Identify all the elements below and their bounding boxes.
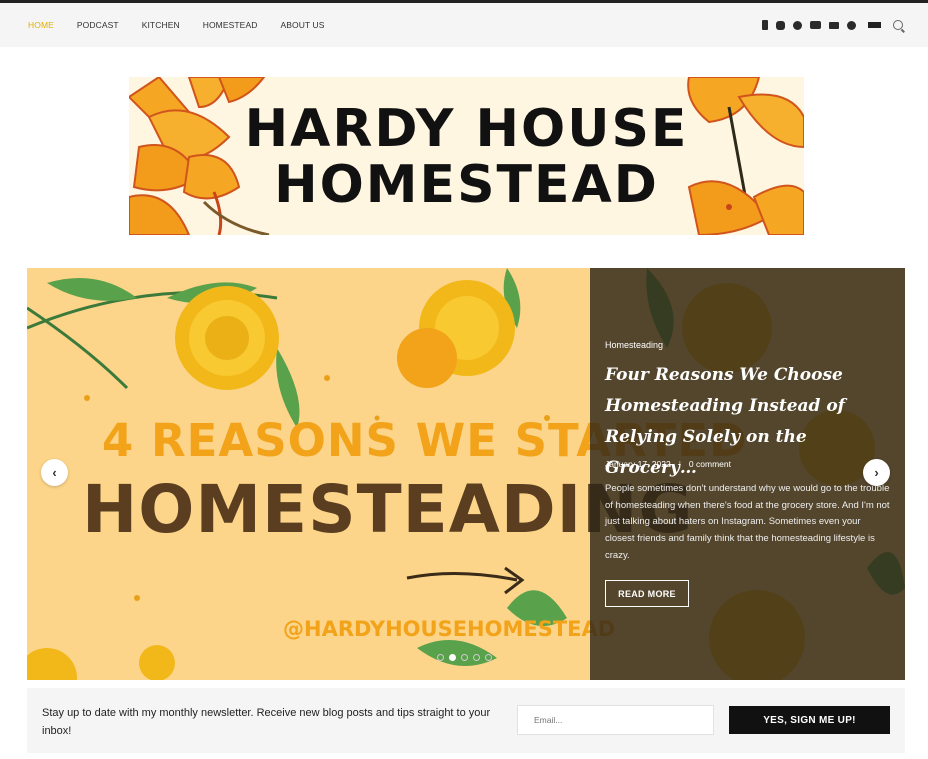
slider-next-button[interactable]: › (863, 459, 890, 486)
facebook-icon[interactable] (762, 20, 768, 30)
logo-text: HARDY HOUSE HOMESTEAD (129, 101, 804, 213)
post-excerpt: People sometimes don't understand why we… (605, 483, 890, 561)
spotify-icon[interactable] (847, 20, 856, 30)
search-icon[interactable] (893, 20, 903, 30)
slider-pagination (437, 654, 497, 661)
newsletter-signup: Stay up to date with my monthly newslett… (27, 688, 905, 753)
post-date: January 17, 2022 (605, 459, 671, 469)
slider-dot[interactable] (473, 654, 480, 661)
main-nav: HOME PODCAST KITCHEN HOMESTEAD ABOUT US (28, 3, 348, 47)
nav-kitchen[interactable]: KITCHEN (142, 20, 180, 30)
youtube-icon[interactable] (810, 21, 821, 29)
post-category[interactable]: Homesteading (605, 340, 663, 350)
sign-up-button[interactable]: YES, SIGN ME UP! (729, 706, 890, 734)
nav-homestead[interactable]: HOMESTEAD (203, 20, 258, 30)
email-icon[interactable] (829, 21, 839, 29)
slide-image-handle: @HARDYHOUSEHOMESTEAD (283, 617, 616, 641)
nav-about-us[interactable]: ABOUT US (280, 20, 324, 30)
social-links (754, 3, 903, 47)
post-comments[interactable]: 0 comment (689, 459, 731, 469)
instagram-icon[interactable] (776, 20, 785, 30)
nav-podcast[interactable]: PODCAST (77, 20, 119, 30)
logo-line-2: HOMESTEAD (274, 155, 659, 215)
site-logo-banner[interactable]: HARDY HOUSE HOMESTEAD (129, 77, 804, 235)
slider-dot[interactable] (449, 654, 456, 661)
menu-icon[interactable] (868, 21, 881, 30)
meta-separator: | (678, 459, 681, 469)
logo-line-1: HARDY HOUSE (244, 99, 689, 159)
chevron-right-icon: › (874, 465, 879, 480)
chevron-left-icon: ‹ (52, 465, 57, 480)
featured-slider: 4 REASONS WE STARTED HOMESTEADING @HARDY… (27, 268, 905, 680)
nav-home[interactable]: HOME (28, 20, 54, 30)
slider-dot[interactable] (461, 654, 468, 661)
pinterest-icon[interactable] (793, 20, 802, 30)
email-field[interactable] (517, 705, 714, 735)
slide-caption-panel: Homesteading Four Reasons We Choose Home… (590, 268, 905, 680)
read-more-button[interactable]: READ MORE (605, 580, 689, 607)
slider-dot[interactable] (485, 654, 492, 661)
top-navigation-bar: HOME PODCAST KITCHEN HOMESTEAD ABOUT US (0, 3, 928, 47)
post-meta: January 17, 2022 | 0 comment (605, 459, 731, 469)
newsletter-text: Stay up to date with my monthly newslett… (42, 707, 491, 737)
slider-dot[interactable] (437, 654, 444, 661)
slider-prev-button[interactable]: ‹ (41, 459, 68, 486)
